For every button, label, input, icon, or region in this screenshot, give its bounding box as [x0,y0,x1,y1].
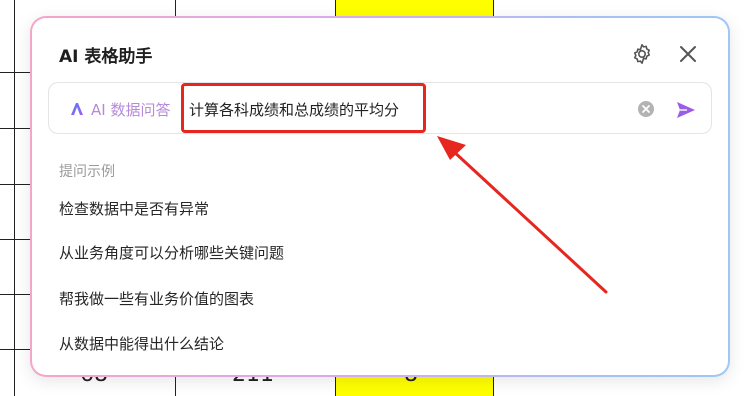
grid-line [0,184,32,185]
dialog-title: AI 表格助手 [59,47,153,67]
example-prompt[interactable]: 帮我做一些有业务价值的图表 [59,288,254,309]
example-prompt[interactable]: 检查数据中是否有异常 [59,198,209,219]
ai-logo-icon [71,103,83,115]
grid-line [14,0,15,396]
mode-label[interactable]: AI 数据问答 [91,99,170,120]
gear-icon[interactable] [630,42,654,66]
grid-line [0,294,32,295]
annotation-highlight-box [181,83,426,133]
clear-circle-icon[interactable] [637,100,655,118]
send-icon[interactable] [675,99,697,121]
example-prompt[interactable]: 从业务角度可以分析哪些关键问题 [59,242,284,263]
grid-line [0,349,32,350]
dialog-body: AI 表格助手 AI 数据问答 计算各科成绩和总成绩的平均分 提问示例 检查数据… [32,18,728,375]
close-icon[interactable] [676,42,700,66]
grid-line [0,239,32,240]
example-prompt[interactable]: 从数据中能得出什么结论 [59,333,224,354]
grid-line [0,72,32,73]
ai-assistant-dialog: AI 表格助手 AI 数据问答 计算各科成绩和总成绩的平均分 提问示例 检查数据… [30,16,730,377]
examples-title: 提问示例 [59,164,115,180]
grid-line [0,128,32,129]
